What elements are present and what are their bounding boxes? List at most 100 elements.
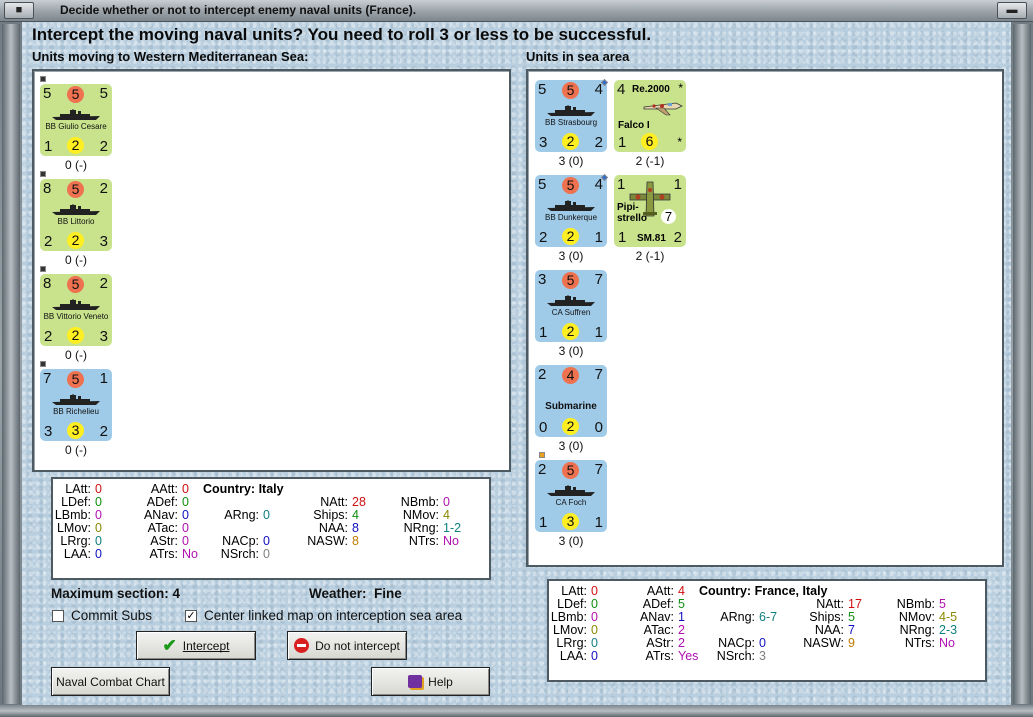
unit-name: BB Dunkerque — [544, 213, 598, 222]
aircraft-model: Re.2000 — [632, 84, 670, 95]
stat-label-nsrch: NSrch: — [716, 649, 755, 663]
center-map-label: Center linked map on interception sea ar… — [204, 608, 463, 623]
unit-attack: 7 — [43, 370, 52, 387]
intercept-button[interactable]: ✔ Intercept — [136, 631, 256, 660]
stat-value-nmov: 4-5 — [939, 610, 958, 624]
ship-silhouette-icon — [547, 295, 595, 306]
unit-factor-yellow: 2 — [562, 418, 579, 435]
stat-label-nbmb: NBmb: — [896, 597, 935, 611]
unit-defense: 3 — [539, 134, 548, 151]
unit-name: Falco I — [618, 120, 650, 131]
stat-value-ntrs: No — [443, 534, 459, 548]
sea-unit-4[interactable]: 2 5 7 CA Foch 1 3 1 3 (0) — [535, 460, 607, 550]
unit-range: 3 — [99, 233, 108, 250]
unit-attack: 5 — [43, 85, 52, 102]
stat-value-nbmb: 5 — [939, 597, 946, 611]
italy-stats-panel: LAtt: 0 LDef: 0 LBmb: 0 LMov: 0 LRrg: 0 LAA: 0 AAtt:… — [51, 477, 491, 580]
center-map-checkbox[interactable]: ✓ — [185, 610, 197, 622]
no-entry-icon — [294, 638, 310, 653]
unit-caption: 3 (0) — [558, 534, 584, 548]
weather-label: Weather: Fine — [309, 586, 402, 601]
unit-factor-yellow: 3 — [67, 422, 84, 439]
stat-label-nrng: NRng: — [899, 623, 935, 637]
country-value: France, Italy — [754, 584, 828, 598]
stat-value-ntrs: No — [939, 636, 955, 650]
unit-range: 1 — [594, 324, 603, 341]
dialog-client: Intercept the moving naval units? You ne… — [22, 22, 1011, 705]
air-unit-counter[interactable]: 4 Re.2000 * Falco I 1 6 * — [614, 80, 686, 152]
ship-silhouette-icon — [547, 105, 595, 116]
help-book-icon — [408, 675, 423, 688]
air-unit-pipistrello[interactable]: 1 1 Pipi-strello 7 1 SM.81 2 2 (-1) — [614, 175, 686, 265]
sea-unit-counter[interactable]: 2 4 7 Submarine 0 2 0 — [535, 365, 607, 437]
moving-unit-0[interactable]: 5 5 5 BB Giulio Cesare 1 2 2 0 (-) — [40, 84, 112, 174]
unit-factor-red: 5 — [67, 86, 84, 103]
sea-unit-0[interactable]: 5 5 4 BB Strasbourg 3 2 2 3 (0) — [535, 80, 607, 170]
stat-value-nsrch: 3 — [759, 649, 766, 663]
left-frame — [2, 24, 20, 704]
sea-units-panel[interactable]: 5 5 4 BB Strasbourg 3 2 2 3 (0) 5 5 4 BB Dunkerque 2… — [526, 69, 1004, 567]
sea-unit-counter[interactable]: 2 5 7 CA Foch 1 3 1 — [535, 460, 607, 532]
sea-unit-counter[interactable]: 5 5 4 BB Strasbourg 3 2 2 — [535, 80, 607, 152]
unit-attack: 8 — [43, 180, 52, 197]
unit-star: * — [677, 135, 682, 149]
sea-unit-counter[interactable]: 5 5 4 BB Dunkerque 2 2 1 — [535, 175, 607, 247]
unit-factor-red: 5 — [67, 181, 84, 198]
do-not-intercept-button[interactable]: Do not intercept — [287, 631, 407, 660]
air-unit-falco[interactable]: 4 Re.2000 * Falco I 1 6 * 2 (-1) — [614, 80, 686, 170]
sea-unit-1[interactable]: 5 5 4 BB Dunkerque 2 2 1 3 (0) — [535, 175, 607, 265]
unit-factor-yellow: 2 — [67, 327, 84, 344]
france-stats-panel: LAtt: 0 LDef: 0 LBmb: 0 LMov: 0 LRrg: 0 LAA: 0 AAtt:… — [547, 579, 987, 682]
unit-defense: 0 — [539, 419, 548, 436]
close-button[interactable]: ▬ — [997, 2, 1027, 19]
max-section-label: Maximum section: 4 — [51, 586, 181, 601]
air-unit-counter[interactable]: 1 1 Pipi-strello 7 1 SM.81 2 — [614, 175, 686, 247]
stack-marker-icon — [40, 171, 46, 177]
moving-unit-1[interactable]: 8 5 2 BB Littorio 2 2 3 0 (-) — [40, 179, 112, 269]
sea-unit-counter[interactable]: 3 5 7 CA Suffren 1 2 1 — [535, 270, 607, 342]
moving-unit-counter[interactable]: 7 5 1 BB Richelieu 3 3 2 — [40, 369, 112, 441]
unit-range: 1 — [594, 514, 603, 531]
unit-factor-yellow: 2 — [67, 137, 84, 154]
unit-factor-yellow: 6 — [641, 133, 658, 150]
unit-movement: 1 — [673, 176, 682, 193]
stat-label-nrng: NRng: — [403, 521, 439, 535]
unit-defense: 2 — [44, 328, 53, 345]
sea-unit-2[interactable]: 3 5 7 CA Suffren 1 2 1 3 (0) — [535, 270, 607, 360]
title-bar[interactable]: ■ Decide whether or not to intercept ene… — [0, 0, 1033, 22]
country-label: Country: Italy — [203, 482, 284, 496]
help-button[interactable]: Help — [371, 667, 490, 696]
stack-marker-icon — [40, 266, 46, 272]
unit-movement: 7 — [594, 461, 603, 478]
unit-attack: 5 — [538, 81, 547, 98]
stack-marker-icon — [40, 76, 46, 82]
moving-unit-counter[interactable]: 5 5 5 BB Giulio Cesare 1 2 2 — [40, 84, 112, 156]
unit-name: BB Vittorio Veneto — [43, 312, 109, 321]
commit-subs-label: Commit Subs — [71, 608, 153, 623]
ship-silhouette-icon — [52, 204, 100, 215]
unit-badge: 7 — [661, 209, 676, 224]
unit-name: CA Suffren — [551, 308, 591, 317]
system-menu-button[interactable]: ■ — [4, 2, 34, 19]
stat-label-ntrs: NTrs: — [904, 636, 935, 650]
moving-unit-3[interactable]: 7 5 1 BB Richelieu 3 3 2 0 (-) — [40, 369, 112, 459]
unit-range: 2 — [99, 138, 108, 155]
ship-silhouette-icon — [52, 109, 100, 120]
unit-factor-red: 5 — [67, 371, 84, 388]
moving-unit-counter[interactable]: 8 5 2 BB Vittorio Veneto 2 2 3 — [40, 274, 112, 346]
unit-factor-yellow: 2 — [562, 228, 579, 245]
sea-unit-3[interactable]: 2 4 7 Submarine 0 2 0 3 (0) — [535, 365, 607, 455]
moving-units-panel[interactable]: 5 5 5 BB Giulio Cesare 1 2 2 0 (-) 8 5 2 BB Littori… — [32, 69, 511, 472]
moving-unit-counter[interactable]: 8 5 2 BB Littorio 2 2 3 — [40, 179, 112, 251]
unit-range: 2 — [99, 423, 108, 440]
unit-range: 3 — [99, 328, 108, 345]
naval-combat-chart-button[interactable]: Naval Combat Chart — [51, 667, 170, 696]
unit-defense: 2 — [539, 229, 548, 246]
commit-subs-checkbox[interactable] — [52, 610, 64, 622]
unit-factor-red: 5 — [67, 276, 84, 293]
unit-factor-yellow: 2 — [562, 323, 579, 340]
unit-name: BB Richelieu — [53, 407, 99, 416]
unit-attack: 1 — [617, 176, 626, 193]
moving-unit-2[interactable]: 8 5 2 BB Vittorio Veneto 2 2 3 0 (-) — [40, 274, 112, 364]
unit-movement: 5 — [99, 85, 108, 102]
